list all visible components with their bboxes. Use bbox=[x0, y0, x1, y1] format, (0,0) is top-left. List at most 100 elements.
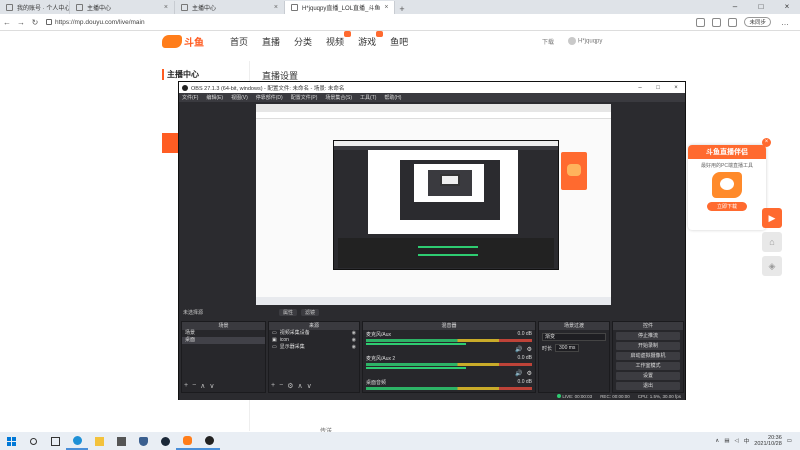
volume-slider[interactable] bbox=[366, 343, 466, 345]
douyu-logo[interactable]: 斗鱼 bbox=[162, 34, 204, 49]
captured-browser-address bbox=[256, 112, 611, 119]
minimize-icon[interactable]: – bbox=[631, 85, 649, 91]
nav-item-game[interactable]: 游戏 bbox=[358, 31, 384, 48]
nav-item-category[interactable]: 分类 bbox=[294, 35, 312, 48]
close-icon[interactable]: × bbox=[274, 4, 278, 11]
close-icon[interactable]: × bbox=[164, 4, 168, 11]
shield-icon[interactable] bbox=[132, 432, 154, 450]
task-view-icon[interactable] bbox=[44, 432, 66, 450]
nav-item-live[interactable]: 直播 bbox=[262, 35, 280, 48]
properties-button[interactable]: 属性 bbox=[279, 309, 298, 316]
promo-download-button[interactable]: 立即下载 bbox=[707, 202, 747, 211]
promo-card[interactable]: 斗鱼直播伴侣 最好用的PC端直播工具 立即下载 × bbox=[688, 138, 771, 230]
menu-profile[interactable]: 配置文件(P) bbox=[291, 94, 318, 101]
eye-icon[interactable]: ◉ bbox=[352, 344, 356, 351]
controls-dock: 控件 停止推流 开始录制 启动虚拟摄像机 工作室模式 设置 退出 bbox=[612, 321, 684, 393]
move-down-icon[interactable]: ∨ bbox=[209, 382, 214, 390]
back-icon[interactable]: ← bbox=[0, 18, 14, 27]
move-up-icon[interactable]: ∧ bbox=[297, 382, 302, 390]
source-item[interactable]: ▭ 视频采集设备 ◉ bbox=[269, 330, 359, 337]
browser-tab[interactable]: 主播中心 × bbox=[70, 1, 175, 14]
browser-tab-active[interactable]: H*jquqpy直播_LOL直播_斗鱼 × bbox=[285, 1, 395, 14]
nav-item-yuba[interactable]: 鱼吧 bbox=[390, 35, 408, 48]
maximize-icon[interactable]: □ bbox=[649, 85, 667, 91]
read-mode-icon[interactable] bbox=[696, 17, 706, 27]
home-icon[interactable]: ⌂ bbox=[762, 232, 782, 252]
menu-scene-collection[interactable]: 场景集合(S) bbox=[325, 94, 352, 101]
douyu-app-icon[interactable] bbox=[176, 432, 198, 450]
add-icon[interactable]: + bbox=[184, 382, 188, 390]
remove-icon[interactable]: − bbox=[279, 382, 283, 390]
download-link[interactable]: 下载 bbox=[542, 37, 554, 46]
scene-item[interactable]: 桌面 bbox=[182, 337, 265, 344]
menu-help[interactable]: 帮助(H) bbox=[384, 94, 401, 101]
gear-icon[interactable]: ⚙ bbox=[527, 370, 532, 377]
speaker-icon[interactable]: 🔊 bbox=[515, 370, 522, 377]
nav-item-home[interactable]: 首页 bbox=[230, 35, 248, 48]
file-explorer-icon[interactable] bbox=[88, 432, 110, 450]
start-button[interactable] bbox=[0, 432, 22, 450]
move-up-icon[interactable]: ∧ bbox=[200, 382, 205, 390]
minimize-icon[interactable]: – bbox=[722, 0, 748, 14]
collections-icon[interactable] bbox=[728, 17, 738, 27]
browser-tab[interactable]: 我的账号 · 个人中心 · 斗鱼 × bbox=[0, 1, 70, 14]
play-icon[interactable]: ▶ bbox=[762, 208, 782, 228]
forward-icon[interactable]: → bbox=[14, 18, 28, 27]
profile-button[interactable]: 未同步 bbox=[744, 17, 771, 27]
user-menu[interactable]: H*jquqpy bbox=[568, 37, 602, 46]
obs-app-icon[interactable] bbox=[198, 432, 220, 450]
search-icon[interactable] bbox=[22, 432, 44, 450]
eye-icon[interactable]: ◉ bbox=[352, 337, 356, 344]
scene-item[interactable]: 场景 bbox=[182, 330, 265, 337]
gear-icon[interactable]: ⚙ bbox=[287, 382, 293, 390]
url-field[interactable]: https://mp.douyu.com/live/main bbox=[46, 17, 696, 28]
maximize-icon[interactable]: □ bbox=[748, 0, 774, 14]
nav-item-video[interactable]: 视频 bbox=[326, 31, 352, 48]
stop-streaming-button[interactable]: 停止推流 bbox=[616, 332, 680, 340]
eye-icon[interactable]: ◉ bbox=[352, 330, 356, 337]
close-icon[interactable]: × bbox=[667, 85, 685, 91]
captured-preview-2 bbox=[414, 164, 484, 202]
duration-input[interactable]: 300 ms bbox=[555, 344, 580, 352]
store-icon[interactable] bbox=[110, 432, 132, 450]
source-item[interactable]: ▭ 显示器采集 ◉ bbox=[269, 344, 359, 351]
ime-icon[interactable]: 中 bbox=[744, 437, 750, 445]
notification-icon[interactable]: ▭ bbox=[787, 438, 792, 444]
virtual-camera-button[interactable]: 启动虚拟摄像机 bbox=[616, 352, 680, 360]
more-icon[interactable]: … bbox=[778, 18, 792, 27]
gamepad-icon[interactable]: ◈ bbox=[762, 256, 782, 276]
add-icon[interactable]: + bbox=[271, 382, 275, 390]
refresh-icon[interactable]: ↻ bbox=[28, 18, 42, 27]
favorites-icon[interactable] bbox=[712, 17, 722, 27]
move-down-icon[interactable]: ∨ bbox=[307, 382, 312, 390]
network-icon[interactable]: ▤ bbox=[724, 438, 729, 444]
settings-button[interactable]: 设置 bbox=[616, 372, 680, 380]
start-recording-button[interactable]: 开始录制 bbox=[616, 342, 680, 350]
volume-icon[interactable]: ◁ bbox=[735, 438, 739, 444]
menu-file[interactable]: 文件(F) bbox=[182, 94, 198, 101]
obs-preview[interactable] bbox=[256, 104, 611, 305]
volume-slider[interactable] bbox=[366, 367, 466, 369]
menu-view[interactable]: 视图(V) bbox=[231, 94, 248, 101]
dock-title: 控件 bbox=[613, 322, 683, 330]
menu-docks[interactable]: 停靠部件(D) bbox=[256, 94, 283, 101]
filters-button[interactable]: 滤镜 bbox=[301, 309, 320, 316]
steam-icon[interactable] bbox=[154, 432, 176, 450]
source-item[interactable]: ▣ icon ◉ bbox=[269, 337, 359, 344]
gear-icon[interactable]: ⚙ bbox=[527, 346, 532, 353]
close-icon[interactable]: × bbox=[384, 4, 388, 11]
edge-icon[interactable] bbox=[66, 432, 88, 450]
close-icon[interactable]: × bbox=[762, 138, 771, 147]
menu-tools[interactable]: 工具(T) bbox=[360, 94, 376, 101]
browser-tab[interactable]: 主播中心 × bbox=[175, 1, 285, 14]
close-icon[interactable]: × bbox=[774, 0, 800, 14]
chevron-up-icon[interactable]: ∧ bbox=[715, 438, 719, 444]
remove-icon[interactable]: − bbox=[192, 382, 196, 390]
new-tab-button[interactable]: + bbox=[395, 4, 409, 14]
clock[interactable]: 20:36 2021/10/28 bbox=[754, 435, 782, 447]
menu-edit[interactable]: 编辑(E) bbox=[206, 94, 223, 101]
exit-button[interactable]: 退出 bbox=[616, 382, 680, 390]
studio-mode-button[interactable]: 工作室模式 bbox=[616, 362, 680, 370]
speaker-icon[interactable]: 🔊 bbox=[515, 346, 522, 353]
transition-select[interactable]: 渐变 bbox=[542, 333, 606, 341]
